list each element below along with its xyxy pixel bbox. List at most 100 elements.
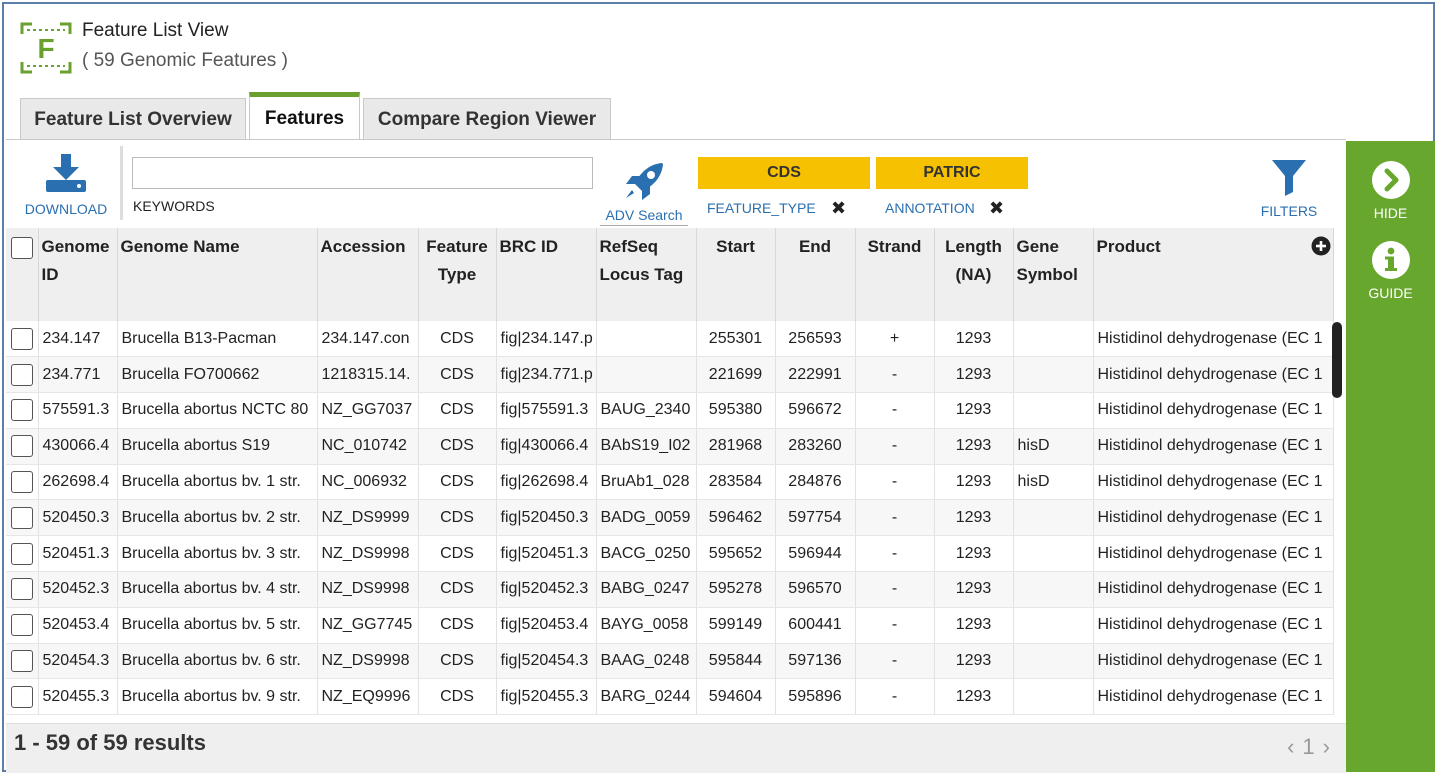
cell-end: 222991	[775, 356, 856, 394]
cell-product: Histidinol dehydrogenase (EC 1	[1093, 571, 1334, 608]
row-checkbox[interactable]	[11, 685, 33, 708]
cell-accession: NZ_DS9998	[317, 643, 419, 680]
cell-product: Histidinol dehydrogenase (EC 1	[1093, 428, 1334, 465]
select-all-checkbox[interactable]	[11, 236, 33, 259]
cell-strand: -	[855, 643, 935, 680]
table-row[interactable]: 430066.4 Brucella abortus S19 NC_010742 CDS…	[6, 428, 1334, 465]
column-header-genome-id[interactable]: Genome ID	[38, 228, 118, 321]
cell-product: Histidinol dehydrogenase (EC 1	[1093, 535, 1334, 573]
table-row[interactable]: 520454.3 Brucella abortus bv. 6 str. NZ_DS…	[6, 643, 1334, 680]
filters-button[interactable]: FILTERS	[1256, 158, 1322, 219]
row-select-cell	[6, 464, 39, 501]
cell-refseq: BABG_0247	[596, 571, 697, 608]
cell-length: 1293	[934, 678, 1014, 716]
column-header-gene-symbol[interactable]: Gene Symbol	[1013, 228, 1094, 321]
column-header-product[interactable]: Product	[1093, 228, 1334, 321]
row-select-cell	[6, 607, 39, 644]
cell-end: 595896	[775, 678, 856, 716]
cell-start: 599149	[696, 607, 776, 644]
grid-scrollbar[interactable]	[1332, 322, 1342, 398]
remove-feature-type-filter-icon[interactable]: ✖	[831, 198, 846, 219]
add-column-icon[interactable]	[1311, 236, 1331, 256]
cell-feature-type: CDS	[418, 392, 497, 429]
row-checkbox[interactable]	[11, 506, 33, 529]
cell-genome-id: 520454.3	[38, 643, 118, 680]
cell-genome-id: 575591.3	[38, 392, 118, 429]
table-row[interactable]: 520453.4 Brucella abortus bv. 5 str. NZ_GG…	[6, 607, 1334, 644]
table-row[interactable]: 262698.4 Brucella abortus bv. 1 str. NC_00…	[6, 464, 1334, 501]
row-checkbox[interactable]	[11, 363, 33, 386]
cell-start: 255301	[696, 321, 776, 358]
download-button[interactable]: DOWNLOAD	[22, 152, 110, 217]
table-row[interactable]: 520450.3 Brucella abortus bv. 2 str. NZ_DS…	[6, 499, 1334, 537]
column-header-brc-id[interactable]: BRC ID	[496, 228, 597, 321]
cell-brc-id: fig|262698.4	[496, 464, 597, 501]
cell-genome-name: Brucella B13-Pacman	[117, 321, 318, 358]
table-row[interactable]: 520455.3 Brucella abortus bv. 9 str. NZ_EQ…	[6, 678, 1334, 716]
row-checkbox[interactable]	[11, 614, 33, 637]
remove-annotation-filter-icon[interactable]: ✖	[989, 198, 1004, 219]
cell-start: 283584	[696, 464, 776, 501]
cell-accession: NC_010742	[317, 428, 419, 465]
tab-feature-list-overview[interactable]: Feature List Overview	[20, 98, 246, 140]
table-row[interactable]: 520451.3 Brucella abortus bv. 3 str. NZ_DS…	[6, 535, 1334, 573]
adv-search-button[interactable]: ADV Search	[600, 160, 688, 226]
cell-end: 256593	[775, 321, 856, 358]
cell-strand: -	[855, 392, 935, 429]
cell-genome-name: Brucella abortus S19	[117, 428, 318, 465]
next-page-button[interactable]: ›	[1323, 734, 1338, 759]
tab-compare-region-viewer[interactable]: Compare Region Viewer	[363, 98, 611, 140]
cell-strand: -	[855, 678, 935, 716]
table-row[interactable]: 234.147 Brucella B13-Pacman 234.147.con CDS…	[6, 321, 1334, 358]
page-number[interactable]: 1	[1302, 734, 1322, 759]
cell-end: 597754	[775, 499, 856, 537]
table-row[interactable]: 575591.3 Brucella abortus NCTC 80 NZ_GG703…	[6, 392, 1334, 429]
cell-end: 596672	[775, 392, 856, 429]
row-checkbox[interactable]	[11, 578, 33, 601]
column-header-end[interactable]: End	[775, 228, 856, 321]
cell-gene	[1013, 356, 1094, 394]
column-header-feature-type[interactable]: Feature Type	[418, 228, 497, 321]
cell-gene	[1013, 392, 1094, 429]
column-header-accession[interactable]: Accession	[317, 228, 419, 321]
cell-genome-id: 262698.4	[38, 464, 118, 501]
cell-refseq: BADG_0059	[596, 499, 697, 537]
cell-genome-name: Brucella abortus bv. 3 str.	[117, 535, 318, 573]
filters-label: FILTERS	[1260, 203, 1318, 219]
cell-brc-id: fig|520453.4	[496, 607, 597, 644]
row-select-cell	[6, 356, 39, 394]
cell-strand: +	[855, 321, 935, 358]
column-header-strand[interactable]: Strand	[855, 228, 935, 321]
cell-start: 595652	[696, 535, 776, 573]
column-header-genome-name[interactable]: Genome Name	[117, 228, 318, 321]
row-checkbox[interactable]	[11, 542, 33, 565]
cell-strand: -	[855, 356, 935, 394]
row-checkbox[interactable]	[11, 435, 33, 458]
cell-accession: NZ_DS9999	[317, 499, 419, 537]
row-checkbox[interactable]	[11, 327, 33, 350]
guide-button[interactable]: GUIDE	[1346, 241, 1435, 301]
keywords-input[interactable]	[132, 157, 593, 189]
column-header-start[interactable]: Start	[696, 228, 776, 321]
table-row[interactable]: 234.771 Brucella FO700662 1218315.14. CDS fi…	[6, 356, 1334, 394]
prev-page-button[interactable]: ‹	[1287, 734, 1302, 759]
column-header-refseq-locus-tag[interactable]: RefSeq Locus Tag	[596, 228, 697, 321]
row-checkbox[interactable]	[11, 471, 33, 494]
cell-gene	[1013, 499, 1094, 537]
table-row[interactable]: 520452.3 Brucella abortus bv. 4 str. NZ_DS…	[6, 571, 1334, 608]
cell-refseq: BACG_0250	[596, 535, 697, 573]
cell-length: 1293	[934, 321, 1014, 358]
row-select-cell	[6, 535, 39, 573]
cell-end: 600441	[775, 607, 856, 644]
row-checkbox[interactable]	[11, 399, 33, 422]
table-header-row: Genome ID Genome Name Accession Feature …	[6, 228, 1334, 321]
column-header-length[interactable]: Length (NA)	[934, 228, 1014, 321]
hide-button[interactable]: HIDE	[1346, 161, 1435, 221]
cell-genome-name: Brucella abortus bv. 5 str.	[117, 607, 318, 644]
tab-features[interactable]: Features	[249, 92, 360, 140]
cell-refseq: BAbS19_I02	[596, 428, 697, 465]
cell-start: 281968	[696, 428, 776, 465]
results-count: 1 - 59 of 59 results	[14, 730, 206, 755]
row-checkbox[interactable]	[11, 650, 33, 673]
cell-start: 595278	[696, 571, 776, 608]
